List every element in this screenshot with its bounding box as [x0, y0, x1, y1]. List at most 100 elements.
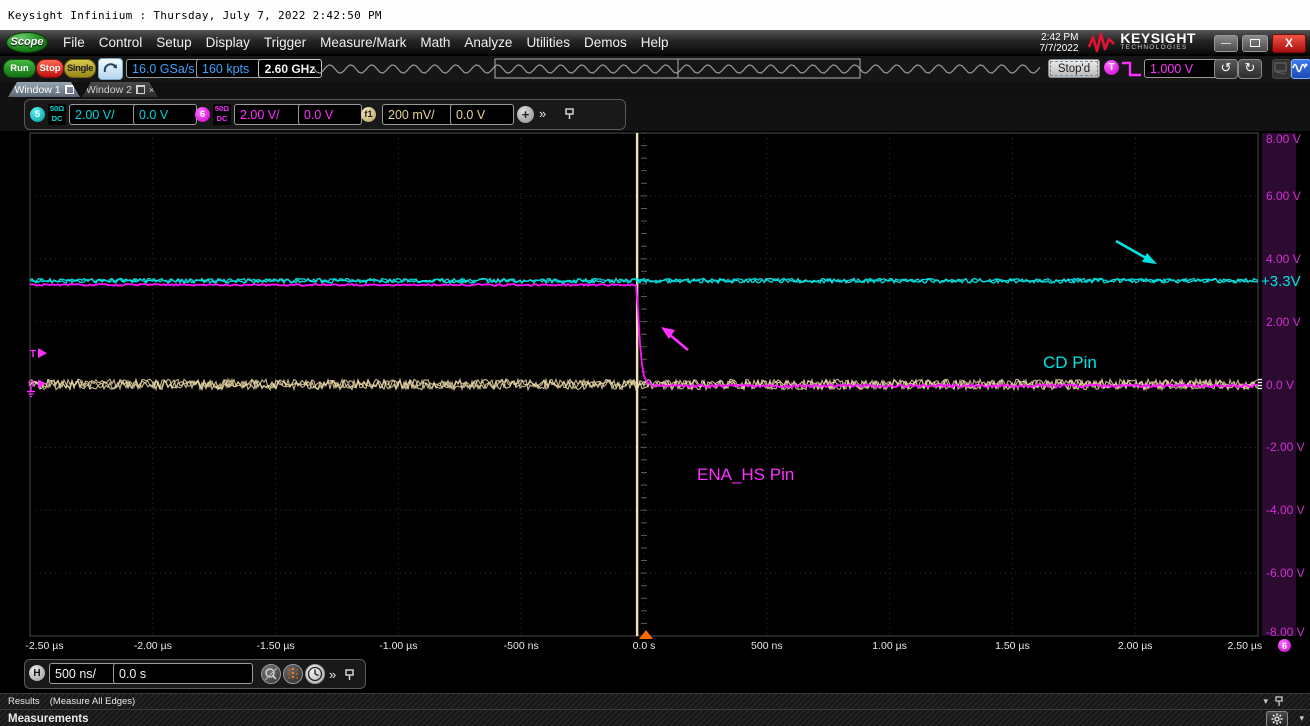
- menu-item-demos[interactable]: Demos: [577, 32, 634, 53]
- measurements-dropdown-icon[interactable]: ▾: [1299, 713, 1304, 724]
- single-button[interactable]: Single: [64, 59, 96, 78]
- y-tick-label: -4.00 V: [1266, 503, 1305, 517]
- scope-logo[interactable]: Scope: [6, 32, 48, 53]
- pin-results-icon[interactable]: [1275, 696, 1284, 707]
- maximize-button[interactable]: [1242, 35, 1268, 52]
- x-tick-label: -1.50 µs: [257, 640, 295, 652]
- menu-right-cluster: 2:42 PM 7/7/2022 KEYSIGHT TECHNOLOGIES —…: [1039, 32, 1306, 54]
- x-tick-label: 0.0 s: [633, 640, 656, 652]
- pin-toolbar-icon[interactable]: [345, 669, 355, 681]
- acquisition-preview-strip[interactable]: [314, 56, 1059, 82]
- waveform-view-icon[interactable]: [1291, 59, 1310, 79]
- channel6-offset-field[interactable]: 0.0 V: [298, 104, 362, 125]
- menu-bar: Scope FileControlSetupDisplayTriggerMeas…: [0, 30, 1310, 54]
- results-label: Results: [8, 696, 40, 707]
- more-horizontal-chevron[interactable]: »: [329, 667, 334, 682]
- menu-item-trigger[interactable]: Trigger: [257, 32, 313, 53]
- results-bar[interactable]: Results (Measure All Edges) ▾: [0, 693, 1310, 710]
- clock-time: 2:42 PM: [1039, 32, 1078, 43]
- channel5-offset-field[interactable]: 0.0 V: [133, 104, 197, 125]
- menu-item-analyze[interactable]: Analyze: [457, 32, 519, 53]
- display-layout-icon[interactable]: [1272, 59, 1291, 79]
- add-waveform-button[interactable]: +: [517, 106, 534, 123]
- y-tick-label: 2.00 V: [1266, 315, 1301, 329]
- os-title-bar: Keysight Infiniium : Thursday, July 7, 2…: [0, 0, 1310, 31]
- function1-offset-field[interactable]: 0.0 V: [450, 104, 514, 125]
- channel6-scale-field[interactable]: 2.00 V/: [234, 104, 304, 125]
- x-tick-label: 1.50 µs: [995, 640, 1030, 652]
- x-tick-label: -2.50 µs: [25, 640, 63, 652]
- channel-panel: 5 50ΩDC 2.00 V/ 0.0 V 6 50ΩDC 2.00 V/ 0.…: [24, 99, 626, 130]
- redo-button[interactable]: ↻: [1238, 59, 1262, 79]
- more-channels-chevron[interactable]: »: [539, 106, 544, 121]
- menu-item-help[interactable]: Help: [634, 32, 676, 53]
- zoom-icon[interactable]: [261, 664, 281, 684]
- tab-label: Window 1: [14, 84, 60, 96]
- keysight-logo: KEYSIGHT TECHNOLOGIES: [1088, 32, 1196, 54]
- channel5-badge[interactable]: 5: [30, 107, 45, 122]
- clock-icon[interactable]: [305, 664, 325, 684]
- acq-status-button[interactable]: Stop'd: [1048, 59, 1100, 78]
- undock-icon[interactable]: [65, 85, 74, 94]
- undock-icon[interactable]: [136, 85, 145, 94]
- run-button[interactable]: Run: [3, 59, 36, 78]
- timebase-scale-field[interactable]: 500 ns/: [49, 663, 117, 684]
- horizontal-panel: H 500 ns/ 0.0 s »: [24, 659, 366, 689]
- menu-item-measure-mark[interactable]: Measure/Mark: [313, 32, 413, 53]
- menu-item-setup[interactable]: Setup: [149, 32, 198, 53]
- brand-name: KEYSIGHT: [1120, 33, 1196, 43]
- channel6-axis-badge[interactable]: 6: [1278, 639, 1291, 652]
- y-tick-label: -2.00 V: [1266, 440, 1305, 454]
- trigger-source-badge[interactable]: T: [1104, 60, 1119, 75]
- x-tick-label: -2.00 µs: [134, 640, 172, 652]
- channel5-scale-field[interactable]: 2.00 V/: [69, 104, 139, 125]
- tab-window-2[interactable]: Window 2×: [82, 82, 158, 97]
- function1-scale-field[interactable]: 200 mV/: [382, 104, 456, 125]
- close-button[interactable]: X: [1272, 34, 1306, 53]
- channel6-badge[interactable]: 6: [195, 107, 210, 122]
- x-tick-label: -500 ns: [504, 640, 539, 652]
- trigger-falling-edge-icon[interactable]: [1121, 60, 1143, 78]
- menu-item-utilities[interactable]: Utilities: [519, 32, 577, 53]
- timebase-position-field[interactable]: 0.0 s: [113, 663, 253, 684]
- trigger-level-field[interactable]: 1.000 V: [1144, 59, 1218, 78]
- sample-rate-field[interactable]: 16.0 GSa/s: [126, 59, 202, 78]
- x-tick-label: -1.00 µs: [379, 640, 417, 652]
- infiniium-app: Keysight Infiniium : Thursday, July 7, 2…: [0, 0, 1310, 726]
- results-dropdown-icon[interactable]: ▾: [1263, 696, 1268, 707]
- scope-graticule: Tf1: [0, 131, 1310, 658]
- brand-sub: TECHNOLOGIES: [1120, 43, 1196, 53]
- minimize-button[interactable]: —: [1214, 35, 1238, 52]
- measurements-bar[interactable]: Measurements ▾: [0, 709, 1310, 726]
- waveform-display[interactable]: Tf1 8.00 V6.00 V4.00 V2.00 V0.0 V-2.00 V…: [0, 131, 1310, 658]
- channel6-coupling[interactable]: 50ΩDC: [213, 104, 231, 125]
- pin-toolbar-icon[interactable]: [565, 108, 575, 120]
- tab-window-1[interactable]: Window 1: [8, 82, 80, 97]
- function1-badge[interactable]: f1: [361, 107, 376, 122]
- annotation-3v3-rail: +3.3V: [1261, 273, 1301, 290]
- annotation-cd-pin: CD Pin: [1043, 353, 1097, 373]
- time-reference-icon[interactable]: [283, 664, 303, 684]
- touch-toggle-button[interactable]: [98, 58, 123, 80]
- window-title: Keysight Infiniium : Thursday, July 7, 2…: [8, 9, 382, 22]
- x-tick-label: 2.50 µs: [1228, 640, 1263, 652]
- menu-item-file[interactable]: File: [56, 32, 92, 53]
- stop-button[interactable]: Stop: [36, 59, 64, 78]
- bandwidth-field[interactable]: 2.60 GHz: [258, 59, 322, 78]
- measurements-label: Measurements: [8, 713, 89, 725]
- menu-item-math[interactable]: Math: [413, 32, 457, 53]
- gear-button[interactable]: [1266, 711, 1288, 726]
- acquisition-toolbar: Run Stop Single 16.0 GSa/s 160 kpts 2.60…: [0, 56, 1310, 82]
- menu-items: FileControlSetupDisplayTriggerMeasure/Ma…: [56, 32, 675, 53]
- undo-button[interactable]: ↺: [1214, 59, 1238, 79]
- memory-depth-field[interactable]: 160 kpts: [196, 59, 264, 78]
- tab-close-icon[interactable]: ×: [149, 85, 154, 95]
- channel5-coupling[interactable]: 50ΩDC: [48, 104, 66, 125]
- horizontal-badge[interactable]: H: [29, 665, 45, 681]
- svg-text:T: T: [30, 349, 36, 360]
- results-detail: (Measure All Edges): [50, 696, 136, 707]
- y-tick-label: 8.00 V: [1266, 132, 1301, 146]
- menu-item-display[interactable]: Display: [199, 32, 257, 53]
- keysight-spark-icon: [1088, 32, 1116, 54]
- menu-item-control[interactable]: Control: [92, 32, 150, 53]
